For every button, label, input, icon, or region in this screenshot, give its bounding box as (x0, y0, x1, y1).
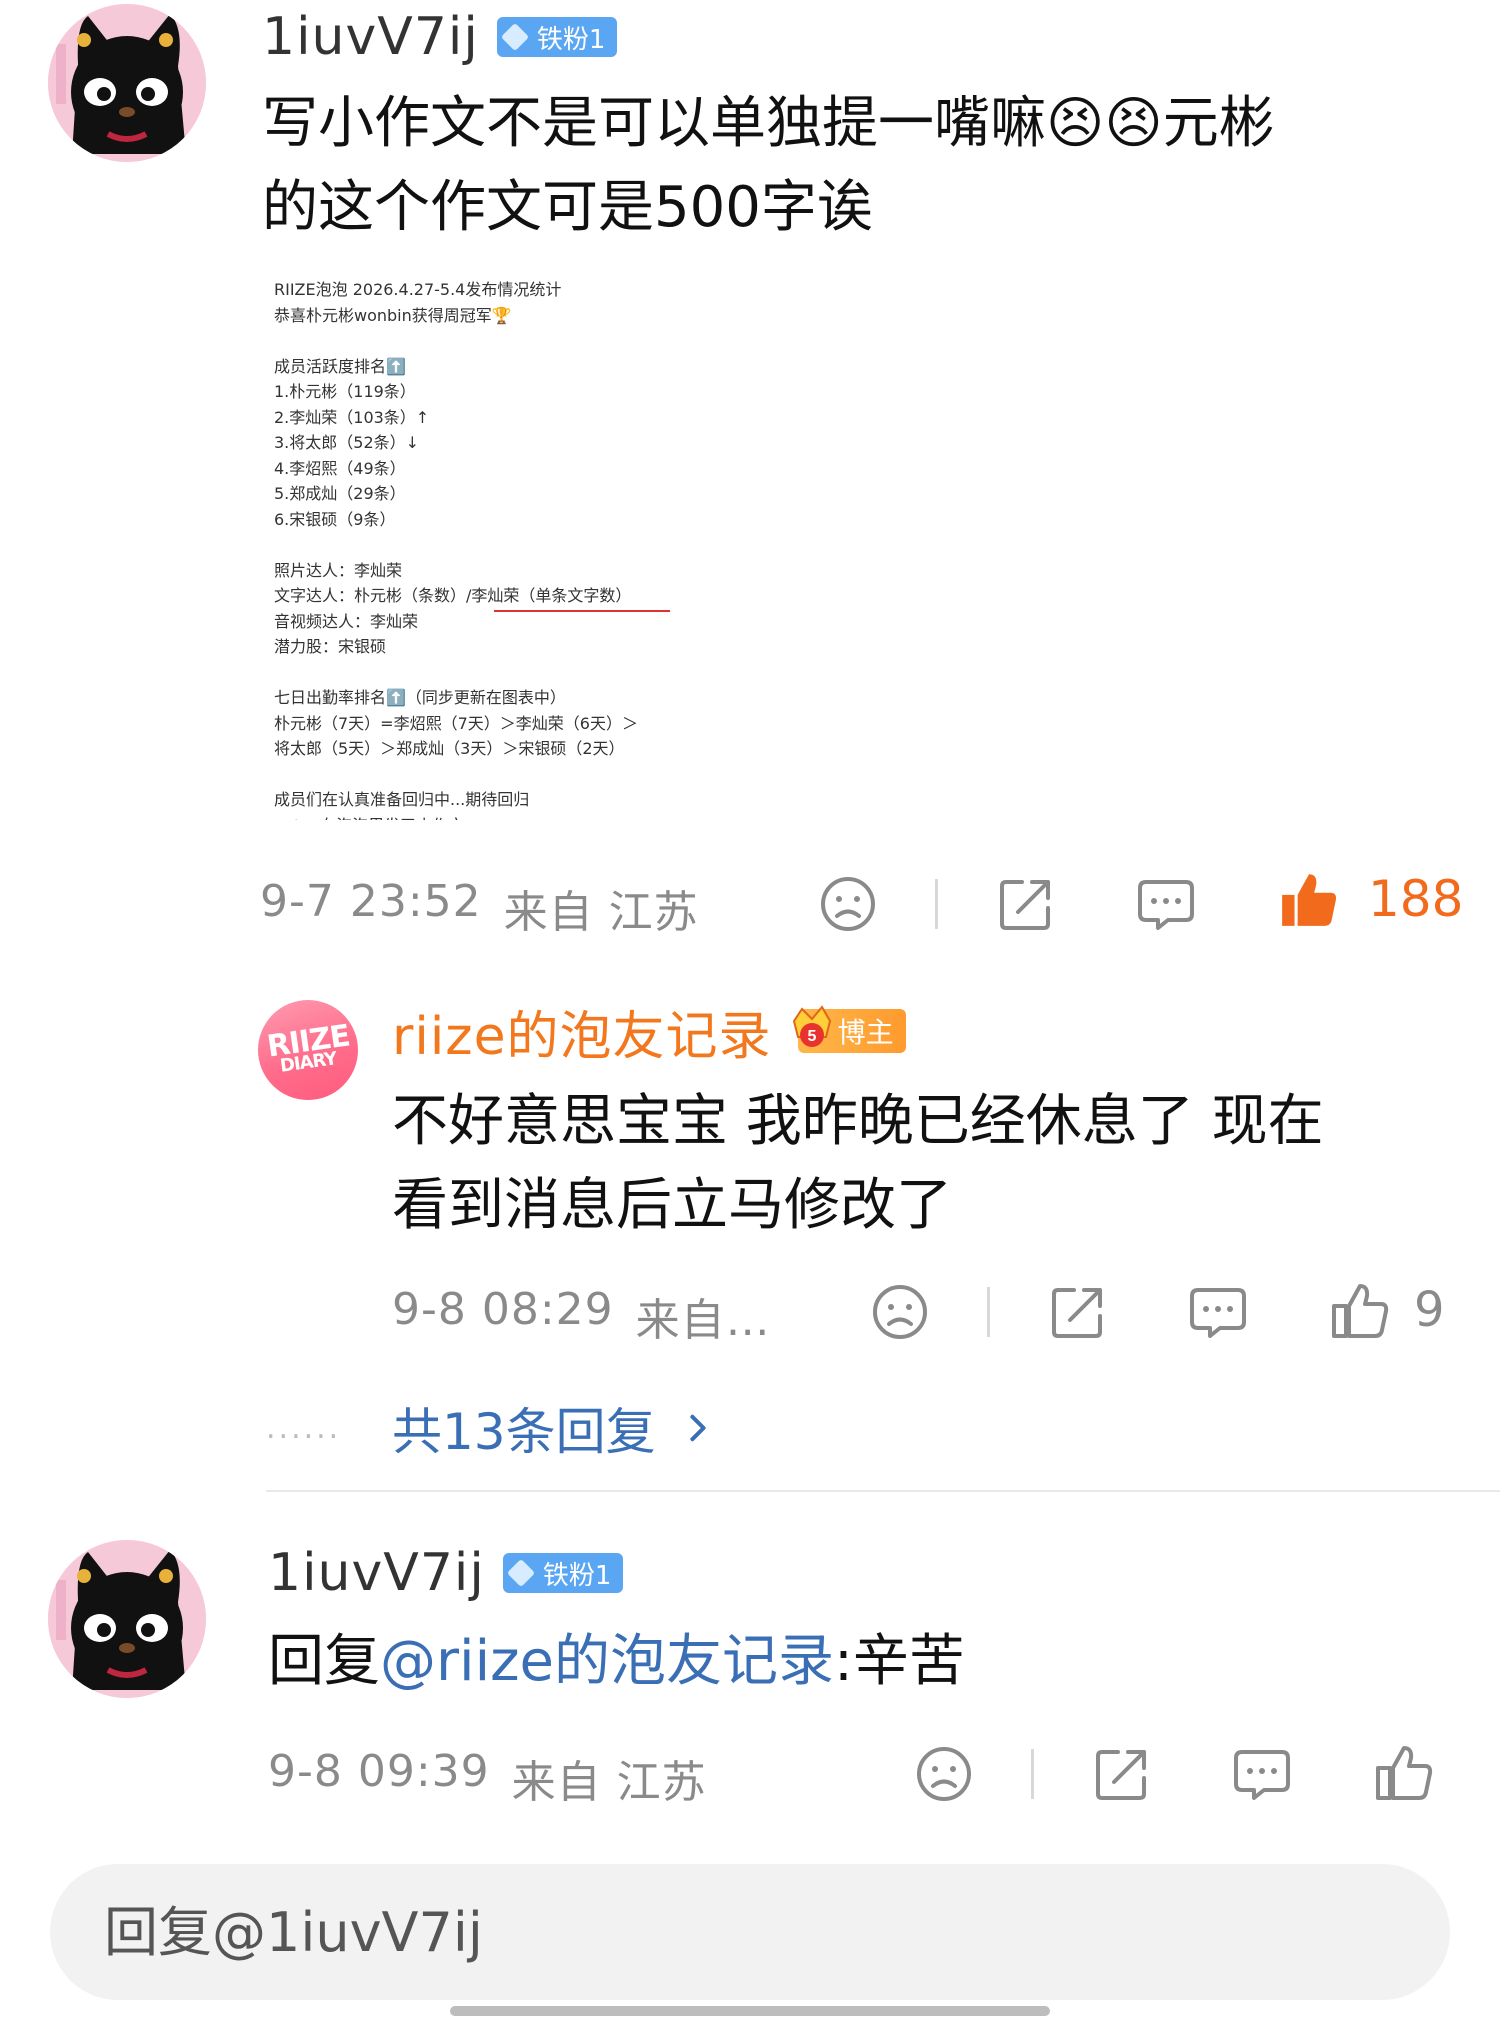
more-replies-dots: ...... (266, 1410, 342, 1446)
sad-face-icon (821, 877, 875, 931)
fan-badge[interactable]: 铁粉1 (502, 1553, 624, 1593)
dislike-button[interactable] (870, 1282, 930, 1342)
avatar-user-1iuvV7ij[interactable] (48, 4, 206, 162)
comment2-time: 9-8 09:39 (268, 1746, 490, 1797)
embedded-post-line: 将太郎（5天）＞郑成灿（3天）＞宋银硕（2天） (274, 739, 625, 758)
share-icon (1096, 1750, 1146, 1800)
embedded-post-line: 3.将太郎（52条）↓ (274, 433, 420, 452)
embedded-post-line: 潜力股：宋银硕 (274, 637, 387, 656)
share-icon (1052, 1288, 1102, 1338)
cat-avatar-icon (48, 1540, 206, 1698)
fan-badge-label: 铁粉1 (542, 1560, 612, 1591)
more-replies-link[interactable]: ...... 共13条回复 (266, 1392, 710, 1464)
embedded-post-line: 成员活跃度排名⬆️ (274, 356, 406, 376)
embedded-post-line: 恭喜朴元彬wonbin获得周冠军🏆 (274, 305, 512, 325)
home-indicator[interactable] (450, 2006, 1050, 2016)
reply1-username[interactable]: riize的泡友记录 (392, 994, 772, 1069)
fan-badge-label: 铁粉1 (536, 24, 606, 55)
embedded-post-line (274, 660, 694, 686)
comment1-text-line1: 写小作文不是可以单独提一嘴嘛😣😣元彬 (262, 91, 1275, 156)
like-count: 9 (1414, 1282, 1445, 1338)
svg-text:5: 5 (807, 1028, 816, 1045)
host-badge-label: 博主 (837, 1016, 894, 1049)
comment1-location: 来自 江苏 (503, 887, 699, 938)
comment1-username[interactable]: 1iuvV7ij (262, 7, 479, 67)
embedded-post-line: 2.李灿荣（103条）↑ (274, 407, 430, 427)
embedded-post-line: 5.郑成灿（29条） (274, 484, 406, 503)
like-button[interactable] (1374, 1742, 1434, 1802)
more-replies-label: 共13条回复 (392, 1403, 656, 1461)
crown-icon: 5 (792, 1005, 831, 1047)
embedded-post-line: 照片达人：李灿荣 (274, 560, 403, 580)
host-badge[interactable]: 5 博主 (792, 1005, 906, 1053)
embedded-post-line (274, 532, 694, 558)
comment2-username[interactable]: 1iuvV7ij (268, 1543, 485, 1603)
comment-icon (1234, 1750, 1290, 1800)
comment-button[interactable] (1188, 1282, 1248, 1342)
reply1-text-line1: 不好意思宝宝 我昨晚已经休息了 现在 (392, 1089, 1324, 1154)
embedded-post-line: 朴元彬（7天）=李炤熙（7天）＞李灿荣（6天）＞ (274, 713, 638, 733)
comment-icon (1138, 880, 1194, 930)
comment2-mention-link[interactable]: @riize的泡友记录 (380, 1629, 834, 1694)
embedded-post-line: 4.李炤熙（49条） (274, 458, 406, 478)
reply-input[interactable] (102, 1863, 1410, 2001)
share-button[interactable] (996, 874, 1056, 934)
comment1-meta: 9-7 23:52 来自 江苏 (260, 876, 699, 940)
embedded-post-line: 6.宋银硕（9条） (274, 509, 396, 529)
reply1-location: 来自… (635, 1295, 771, 1346)
cat-avatar-icon (48, 4, 206, 162)
diamond-icon (500, 22, 529, 52)
embedded-image-post[interactable]: RIIZE泡泡 2026.4.27-5.4发布情况统计 恭喜朴元彬wonbin获得… (274, 277, 694, 820)
reply-input-bar[interactable] (50, 1863, 1450, 2001)
action-separator (935, 879, 938, 929)
dislike-button[interactable] (914, 1744, 974, 1804)
diamond-icon (506, 1558, 535, 1588)
dislike-button[interactable] (818, 874, 878, 934)
like-count: 188 (1368, 870, 1464, 928)
thumbs-up-icon (1376, 1746, 1433, 1800)
reply1-text-line2: 看到消息后立马修改了 (392, 1173, 952, 1238)
action-separator (987, 1287, 990, 1337)
comment2-reply-prefix: 回复 (268, 1629, 380, 1694)
like-button[interactable]: 9 (1330, 1280, 1445, 1340)
sad-face-icon (917, 1747, 971, 1801)
comment1-time: 9-7 23:52 (260, 876, 482, 927)
comment-divider (266, 1490, 1500, 1492)
embedded-post-line: 音视频达人：李灿荣 (274, 611, 419, 631)
avatar-riize-diary[interactable]: RIIZE DIARY (258, 1000, 358, 1100)
reply1-text: 不好意思宝宝 我昨晚已经休息了 现在 看到消息后立马修改了 (392, 1080, 1452, 1248)
comment-button[interactable] (1232, 1744, 1292, 1804)
comment2-body: :辛苦 (834, 1629, 965, 1694)
reply1-time: 9-8 08:29 (392, 1284, 614, 1335)
action-separator (1031, 1749, 1034, 1799)
comment2-location: 来自 江苏 (511, 1757, 707, 1808)
embedded-post-line: 成员们在认真准备回归中...期待回归 (274, 790, 530, 809)
embedded-post-line (274, 328, 694, 354)
share-button[interactable] (1092, 1744, 1152, 1804)
embedded-post-line: 七日出勤率排名⬆️（同步更新在图表中） (274, 688, 566, 707)
embedded-post-line: RIIZE泡泡 2026.4.27-5.4发布情况统计 (274, 280, 562, 299)
embedded-post-line (274, 762, 694, 788)
avatar-user-1iuvV7ij[interactable] (48, 1540, 206, 1698)
thumbs-up-icon (1282, 874, 1337, 926)
fan-badge[interactable]: 铁粉1 (496, 17, 618, 57)
comment2-text: 回复@riize的泡友记录:辛苦 (268, 1620, 1448, 1704)
sad-face-icon (873, 1285, 927, 1339)
thumbs-up-icon (1332, 1284, 1389, 1338)
comment2-meta: 9-8 09:39 来自 江苏 (268, 1746, 707, 1810)
comment1-text: 写小作文不是可以单独提一嘴嘛😣😣元彬 的这个作文可是500字诶 (262, 82, 1462, 250)
avatar-logo-text2: DIARY (278, 1048, 338, 1078)
reply1-meta: 9-8 08:29 来自… (392, 1284, 771, 1348)
chevron-right-icon (690, 1414, 706, 1442)
share-icon (1000, 880, 1050, 930)
share-button[interactable] (1048, 1282, 1108, 1342)
comment1-text-line2: 的这个作文可是500字诶 (262, 175, 873, 240)
embedded-post-line: 1.朴元彬（119条） (274, 382, 416, 401)
comment-button[interactable] (1136, 874, 1196, 934)
embedded-post-line: 文字达人：朴元彬（条数）/李灿荣（单条文字数） (274, 586, 632, 605)
like-button[interactable]: 188 (1278, 868, 1463, 930)
embedded-post-line: anton在泡泡里发了小作文～ (274, 813, 694, 821)
comment-icon (1190, 1288, 1246, 1338)
embedded-underline (494, 610, 670, 612)
